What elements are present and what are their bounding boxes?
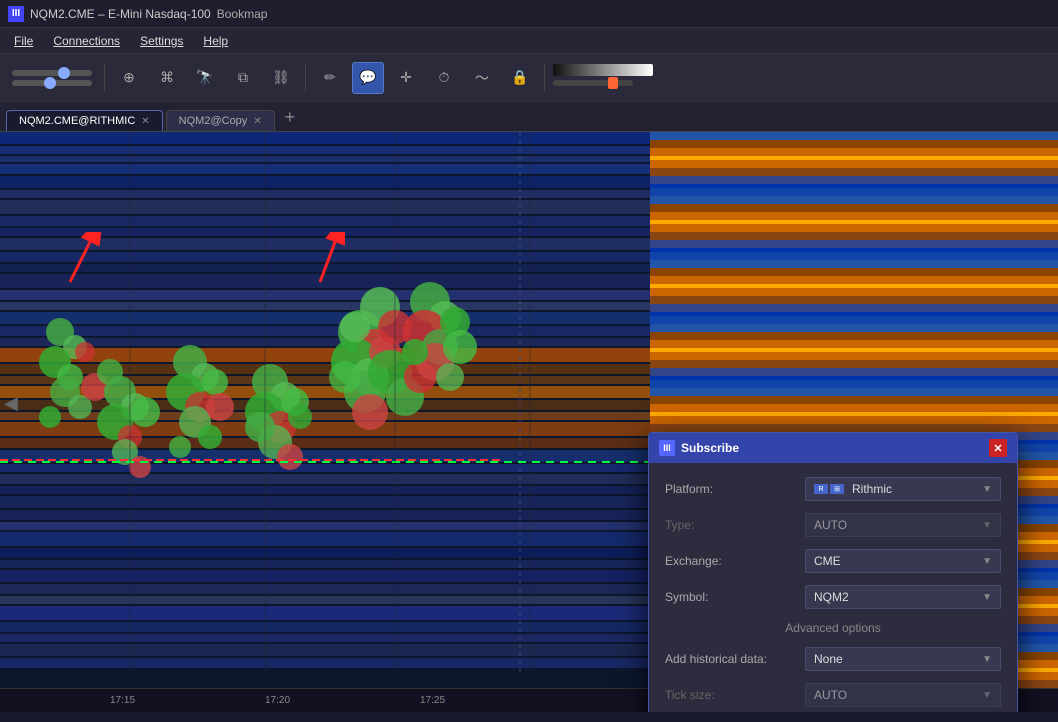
- menu-bar: File Connections Settings Help: [0, 28, 1058, 54]
- chart-heatmap: [0, 132, 650, 692]
- modal-header: III Subscribe ✕: [649, 433, 1017, 463]
- message-button[interactable]: 💬: [352, 62, 384, 94]
- menu-connections[interactable]: Connections: [43, 31, 130, 51]
- type-value: AUTO: [814, 518, 847, 532]
- type-label: Type:: [665, 518, 805, 532]
- platform-value: Rithmic: [852, 482, 892, 496]
- hist-data-row: Add historical data: None ▼: [665, 647, 1001, 671]
- platform-select[interactable]: R ⊞ Rithmic ▼: [805, 477, 1001, 501]
- pencil-button[interactable]: ✏: [314, 62, 346, 94]
- hist-data-chevron-icon: ▼: [982, 654, 992, 665]
- menu-settings[interactable]: Settings: [130, 31, 193, 51]
- add-tab-button[interactable]: +: [278, 105, 302, 129]
- lock-button[interactable]: 🔒: [504, 62, 536, 94]
- tab-close-1[interactable]: ✕: [141, 116, 149, 127]
- app-name: Bookmap: [217, 7, 268, 21]
- tab-nqm2-rithmic[interactable]: NQM2.CME@RITHMIC ✕: [6, 110, 163, 131]
- crosshair-button[interactable]: ✛: [390, 62, 422, 94]
- exchange-row: Exchange: CME ▼: [665, 549, 1001, 573]
- menu-file[interactable]: File: [4, 31, 43, 51]
- modal-title-area: III Subscribe: [659, 440, 739, 456]
- toolbar-separator-3: [544, 64, 545, 92]
- symbol-value: NQM2: [814, 590, 849, 604]
- menu-help[interactable]: Help: [193, 31, 238, 51]
- time-label-1: 17:15: [110, 695, 135, 706]
- platform-icon-2: ⊞: [830, 484, 844, 494]
- window-title: NQM2.CME – E-Mini Nasdaq-100: [30, 7, 211, 21]
- link-button[interactable]: ⛓: [265, 62, 297, 94]
- platform-row: Platform: R ⊞ Rithmic ▼: [665, 477, 1001, 501]
- exchange-select[interactable]: CME ▼: [805, 549, 1001, 573]
- color-bar-widget: [553, 64, 653, 92]
- platform-label: Platform:: [665, 482, 805, 496]
- share-button[interactable]: ⌘: [151, 62, 183, 94]
- microscope-button[interactable]: 🔭: [189, 62, 221, 94]
- slider-track-1[interactable]: [12, 70, 92, 76]
- type-row: Type: AUTO ▼: [665, 513, 1001, 537]
- symbol-select[interactable]: NQM2 ▼: [805, 585, 1001, 609]
- color-bar-slider[interactable]: [553, 80, 633, 86]
- chart-area: 300 ◀ 17:15 17:20 17:25: [0, 132, 1058, 712]
- modal-body: Platform: R ⊞ Rithmic ▼ Ty: [649, 463, 1017, 712]
- tick-size-select[interactable]: AUTO ▼: [805, 683, 1001, 707]
- tick-size-value: AUTO: [814, 688, 847, 702]
- type-select[interactable]: AUTO ▼: [805, 513, 1001, 537]
- exchange-chevron-icon: ▼: [982, 556, 992, 567]
- time-label-2: 17:20: [265, 695, 290, 706]
- modal-close-button[interactable]: ✕: [989, 439, 1007, 457]
- platform-icon-1: R: [814, 484, 828, 494]
- scroll-left-button[interactable]: ◀: [4, 393, 18, 414]
- tab-nqm2-copy[interactable]: NQM2@Copy ✕: [166, 110, 275, 131]
- platform-icons: R ⊞: [814, 484, 844, 494]
- color-gradient-bar: [553, 64, 653, 76]
- symbol-chevron-icon: ▼: [982, 592, 992, 603]
- toolbar: ⊕ ⌘ 🔭 ⧉ ⛓ ✏ 💬 ✛ ⏱ 〜 🔒: [0, 54, 1058, 102]
- hist-data-value: None: [814, 652, 843, 666]
- tab-bar: NQM2.CME@RITHMIC ✕ NQM2@Copy ✕ +: [0, 102, 1058, 132]
- type-chevron-icon: ▼: [982, 520, 992, 531]
- modal-icon: III: [659, 440, 675, 456]
- add-instrument-button[interactable]: ⊕: [113, 62, 145, 94]
- app-icon: III: [8, 6, 24, 22]
- exchange-value: CME: [814, 554, 841, 568]
- tick-size-chevron-icon: ▼: [982, 690, 992, 701]
- layers-button[interactable]: ⧉: [227, 62, 259, 94]
- toolbar-separator-1: [104, 64, 105, 92]
- color-bar-bottom: [553, 78, 653, 88]
- tick-size-row: Tick size: AUTO ▼: [665, 683, 1001, 707]
- tab-label-1: NQM2.CME@RITHMIC: [19, 115, 135, 127]
- tab-label-2: NQM2@Copy: [179, 115, 248, 127]
- wave-button[interactable]: 〜: [466, 62, 498, 94]
- symbol-row: Symbol: NQM2 ▼: [665, 585, 1001, 609]
- brightness-slider-widget: [8, 68, 96, 88]
- slider-track-2[interactable]: [12, 80, 92, 86]
- modal-title: Subscribe: [681, 441, 739, 455]
- hist-data-select[interactable]: None ▼: [805, 647, 1001, 671]
- hist-data-label: Add historical data:: [665, 652, 805, 666]
- title-bar: III NQM2.CME – E-Mini Nasdaq-100 Bookmap: [0, 0, 1058, 28]
- timer-button[interactable]: ⏱: [428, 62, 460, 94]
- platform-chevron-icon: ▼: [982, 484, 992, 495]
- time-label-3: 17:25: [420, 695, 445, 706]
- symbol-label: Symbol:: [665, 590, 805, 604]
- subscribe-dialog: III Subscribe ✕ Platform: R ⊞: [648, 432, 1018, 712]
- advanced-options-title: Advanced options: [665, 621, 1001, 635]
- tab-close-2[interactable]: ✕: [253, 116, 261, 127]
- exchange-label: Exchange:: [665, 554, 805, 568]
- tick-size-label: Tick size:: [665, 688, 805, 702]
- toolbar-separator-2: [305, 64, 306, 92]
